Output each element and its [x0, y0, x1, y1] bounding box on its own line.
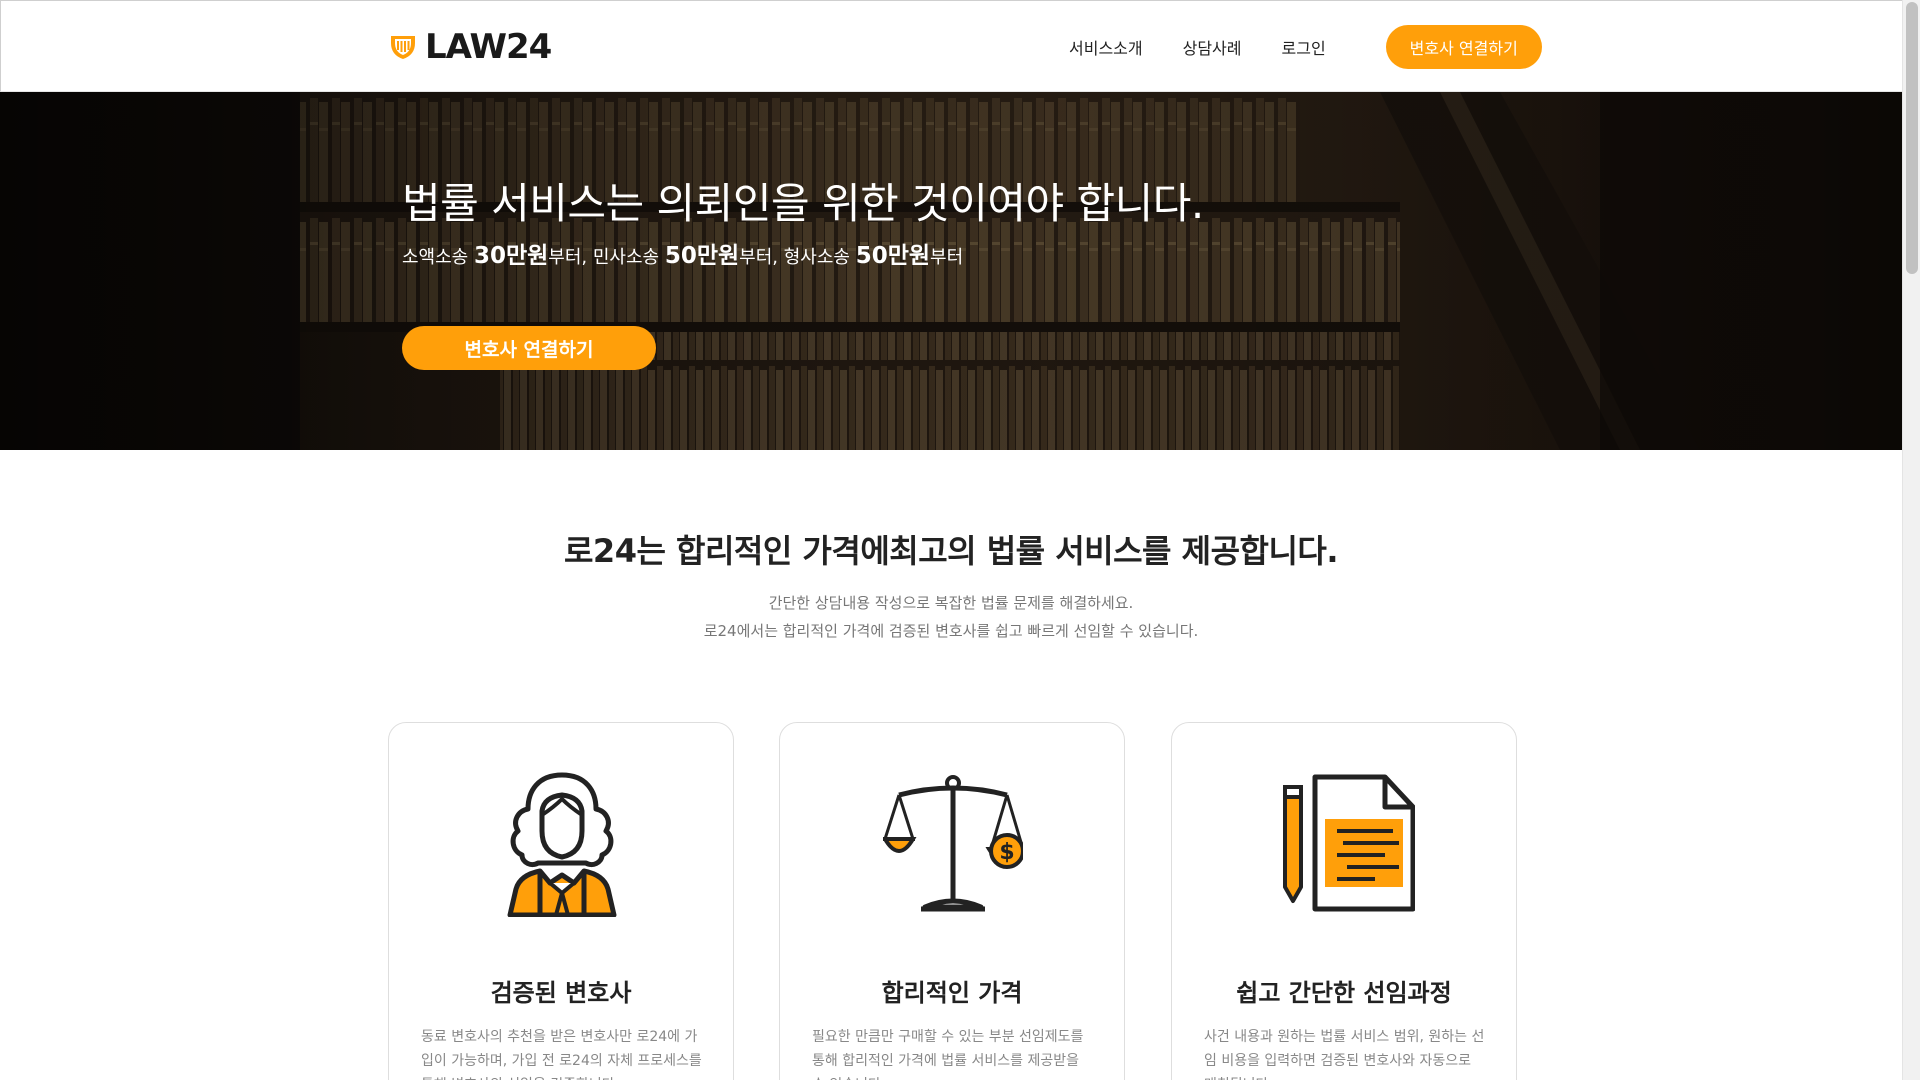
feature-card-easy-process: 쉽고 간단한 선임과정 사건 내용과 원하는 법률 서비스 범위, 원하는 선임…	[1171, 722, 1517, 1080]
price-civil: 50만원	[664, 243, 740, 269]
shield-logo-icon	[391, 36, 415, 59]
feature-card-reasonable-price: $ 합리적인 가격 필요한 만큼만 구매할 수 있는 부분 선임제도를 통해 합…	[779, 722, 1125, 1080]
card-description: 사건 내용과 원하는 법률 서비스 범위, 원하는 선임 비용을 입력하면 검증…	[1204, 1029, 1485, 1080]
price-small-claims: 30만원	[473, 243, 549, 269]
price-criminal: 50만원	[855, 243, 931, 269]
logo-text: LAW24	[425, 27, 552, 67]
logo[interactable]: LAW24	[389, 27, 552, 67]
nav-login[interactable]: 로그인	[1282, 35, 1326, 59]
card-title: 쉽고 간단한 선임과정	[1236, 979, 1452, 1007]
document-icon	[1283, 774, 1415, 912]
hero-pricing: 소액소송 30만원부터, 민사소송 50만원부터, 형사소송 50만원부터	[402, 243, 964, 269]
hero-title: 법률 서비스는 의뢰인을 위한 것이여야 합니다.	[402, 179, 1204, 228]
hero-banner: 법률 서비스는 의뢰인을 위한 것이여야 합니다. 소액소송 30만원부터, 민…	[0, 92, 1902, 450]
nav-consult-cases[interactable]: 상담사례	[1183, 35, 1242, 59]
hero-overlay	[0, 92, 1902, 450]
svg-text:$: $	[999, 840, 1014, 865]
intro-line-2: 로24에서는 합리적인 가격에 검증된 변호사를 쉽고 빠르게 선임할 수 있습…	[703, 622, 1199, 640]
card-title: 합리적인 가격	[881, 979, 1023, 1007]
page-scrollbar[interactable]	[1902, 0, 1920, 1080]
site-header: LAW24 서비스소개 상담사례 로그인 변호사 연결하기	[0, 0, 1902, 92]
lawyer-icon	[507, 772, 617, 917]
card-title: 검증된 변호사	[490, 979, 632, 1007]
card-description: 필요한 만큼만 구매할 수 있는 부분 선임제도를 통해 합리적인 가격에 법률…	[812, 1029, 1084, 1080]
nav-service-intro[interactable]: 서비스소개	[1069, 35, 1143, 59]
intro-title: 로24는 합리적인 가격에최고의 법률 서비스를 제공합니다.	[563, 532, 1339, 570]
header-connect-lawyer-button[interactable]: 변호사 연결하기	[1385, 25, 1542, 69]
main-nav: 서비스소개 상담사례 로그인 변호사 연결하기	[1069, 25, 1542, 69]
card-description: 동료 변호사의 추천을 받은 변호사만 로24에 가입이 가능하며, 가입 전 …	[421, 1029, 702, 1080]
scrollbar-thumb[interactable]	[1906, 2, 1918, 274]
scales-icon: $	[883, 775, 1023, 912]
hero-connect-lawyer-button[interactable]: 변호사 연결하기	[402, 326, 656, 370]
intro-line-1: 간단한 상담내용 작성으로 복잡한 법률 문제를 해결하세요.	[768, 594, 1134, 612]
feature-card-verified-lawyer: 검증된 변호사 동료 변호사의 추천을 받은 변호사만 로24에 가입이 가능하…	[388, 722, 734, 1080]
